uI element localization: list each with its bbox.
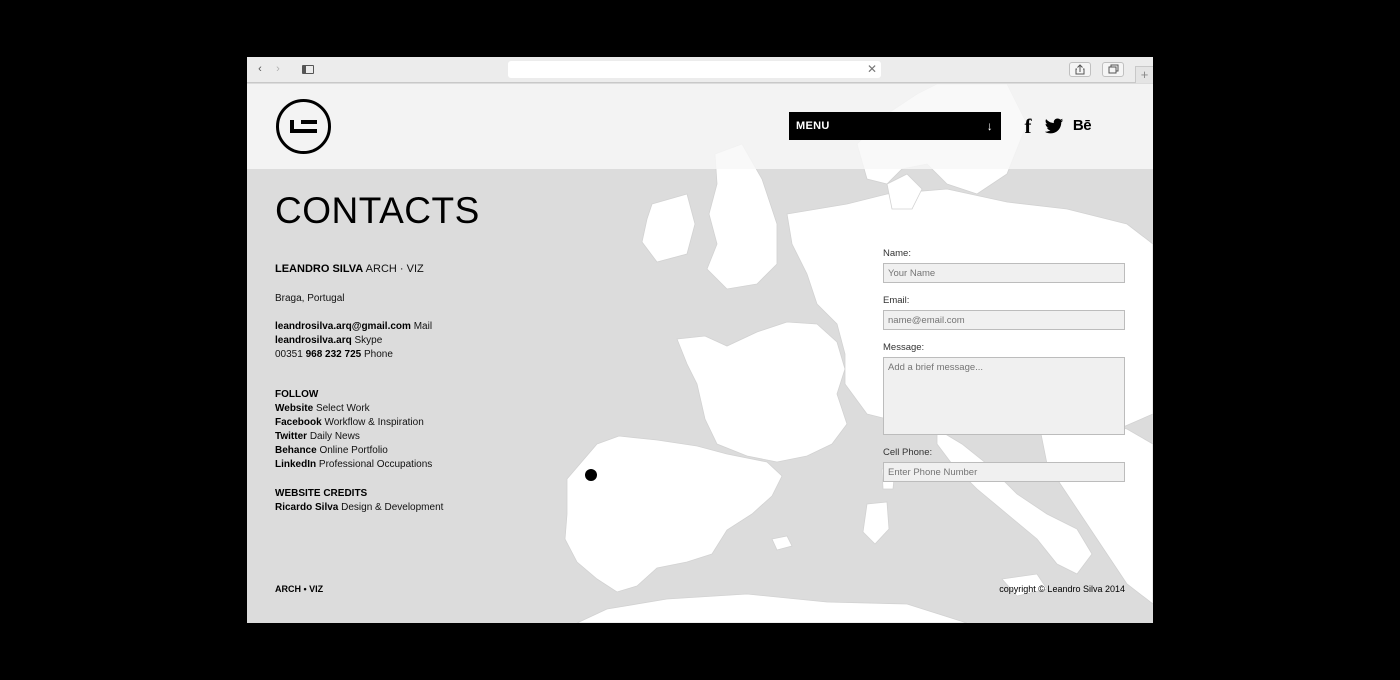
- follow-desc: Online Portfolio: [319, 445, 388, 456]
- credits-role: Design & Development: [341, 502, 444, 513]
- back-icon[interactable]: ‹: [253, 62, 267, 77]
- menu-label: MENU: [796, 120, 830, 132]
- header-band: [247, 84, 1153, 169]
- logo-bar-bottom: [301, 129, 317, 133]
- message-label: Message:: [883, 342, 925, 353]
- arrow-down-icon: ↓: [986, 119, 993, 133]
- identity-name: LEANDRO SILVA: [275, 263, 364, 275]
- contacts-page: MENU ↓ f Bē CONTACTS LEANDRO SILVA ARCH …: [247, 84, 1153, 623]
- email-input[interactable]: [883, 310, 1125, 330]
- follow-item-website[interactable]: Website Select Work: [275, 402, 432, 416]
- follow-desc: Workflow & Inspiration: [324, 417, 424, 428]
- follow-section: FOLLOW Website Select Work Facebook Work…: [275, 388, 432, 472]
- credits-item[interactable]: Ricardo Silva Design & Development: [275, 501, 443, 515]
- message-textarea[interactable]: [883, 357, 1125, 435]
- follow-desc: Professional Occupations: [318, 459, 433, 470]
- identity-tagline: ARCH · VIZ: [365, 263, 424, 275]
- contact-form: Name: Email: Message: Cell Phone:: [883, 248, 1126, 482]
- contact-phone[interactable]: 00351 968 232 725 Phone: [275, 348, 432, 362]
- logo-l-shape: [290, 120, 301, 133]
- site-logo[interactable]: [276, 99, 331, 154]
- credits-heading: WEBSITE CREDITS: [275, 488, 368, 499]
- email-label: Email:: [883, 295, 910, 306]
- follow-name: LinkedIn: [275, 459, 317, 470]
- browser-window: ‹ › ✕ + MENU ↓ f Bē CONTACTS LEANDRO SIL…: [247, 57, 1153, 623]
- follow-name: Website: [275, 403, 314, 414]
- follow-heading: FOLLOW: [275, 389, 319, 400]
- clear-url-icon[interactable]: ✕: [867, 61, 877, 78]
- follow-item-linkedin[interactable]: LinkedIn Professional Occupations: [275, 458, 432, 472]
- page-title: CONTACTS: [275, 190, 480, 231]
- follow-name: Twitter: [275, 431, 308, 442]
- follow-name: Facebook: [275, 417, 322, 428]
- location-text: Braga, Portugal: [275, 293, 345, 304]
- follow-desc: Select Work: [315, 403, 370, 414]
- new-tab-icon[interactable]: +: [1135, 66, 1153, 83]
- credits-name: Ricardo Silva: [275, 502, 339, 513]
- logo-bar-top: [301, 120, 317, 124]
- forward-icon[interactable]: ›: [271, 62, 285, 77]
- tabs-icon[interactable]: [1102, 62, 1124, 77]
- follow-item-facebook[interactable]: Facebook Workflow & Inspiration: [275, 416, 432, 430]
- credits-section: WEBSITE CREDITS Ricardo Silva Design & D…: [275, 487, 443, 515]
- follow-name: Behance: [275, 445, 317, 456]
- location-marker-icon: [585, 469, 597, 481]
- name-input[interactable]: [883, 263, 1125, 283]
- menu-button[interactable]: MENU ↓: [789, 112, 1001, 140]
- behance-icon[interactable]: Bē: [1072, 115, 1092, 137]
- email-type: Mail: [413, 321, 433, 332]
- footer-copyright: copyright © Leandro Silva 2014: [999, 584, 1125, 594]
- phone-input[interactable]: [883, 462, 1125, 482]
- footer-brand: ARCH • VIZ: [275, 584, 324, 594]
- phone-type: Phone: [364, 349, 393, 360]
- follow-desc: Daily News: [309, 431, 360, 442]
- identity-line: LEANDRO SILVA ARCH · VIZ: [275, 262, 424, 276]
- email-value: leandrosilva.arq@gmail.com: [275, 321, 411, 332]
- phone-label: Cell Phone:: [883, 447, 933, 458]
- address-bar[interactable]: ✕: [508, 61, 881, 78]
- twitter-icon[interactable]: [1044, 115, 1064, 137]
- skype-type: Skype: [354, 335, 383, 346]
- facebook-icon[interactable]: f: [1021, 115, 1035, 137]
- sidebar-icon[interactable]: [299, 62, 317, 77]
- skype-value: leandrosilva.arq: [275, 335, 352, 346]
- name-label: Name:: [883, 248, 911, 259]
- browser-toolbar: ‹ › ✕ +: [247, 57, 1153, 83]
- phone-prefix: 00351: [275, 349, 303, 360]
- follow-item-behance[interactable]: Behance Online Portfolio: [275, 444, 432, 458]
- phone-number: 968 232 725: [305, 349, 362, 360]
- share-icon[interactable]: [1069, 62, 1091, 77]
- contact-email[interactable]: leandrosilva.arq@gmail.com Mail: [275, 320, 432, 334]
- follow-item-twitter[interactable]: Twitter Daily News: [275, 430, 432, 444]
- contact-skype[interactable]: leandrosilva.arq Skype: [275, 334, 432, 348]
- contact-list: leandrosilva.arq@gmail.com Mail leandros…: [275, 320, 432, 362]
